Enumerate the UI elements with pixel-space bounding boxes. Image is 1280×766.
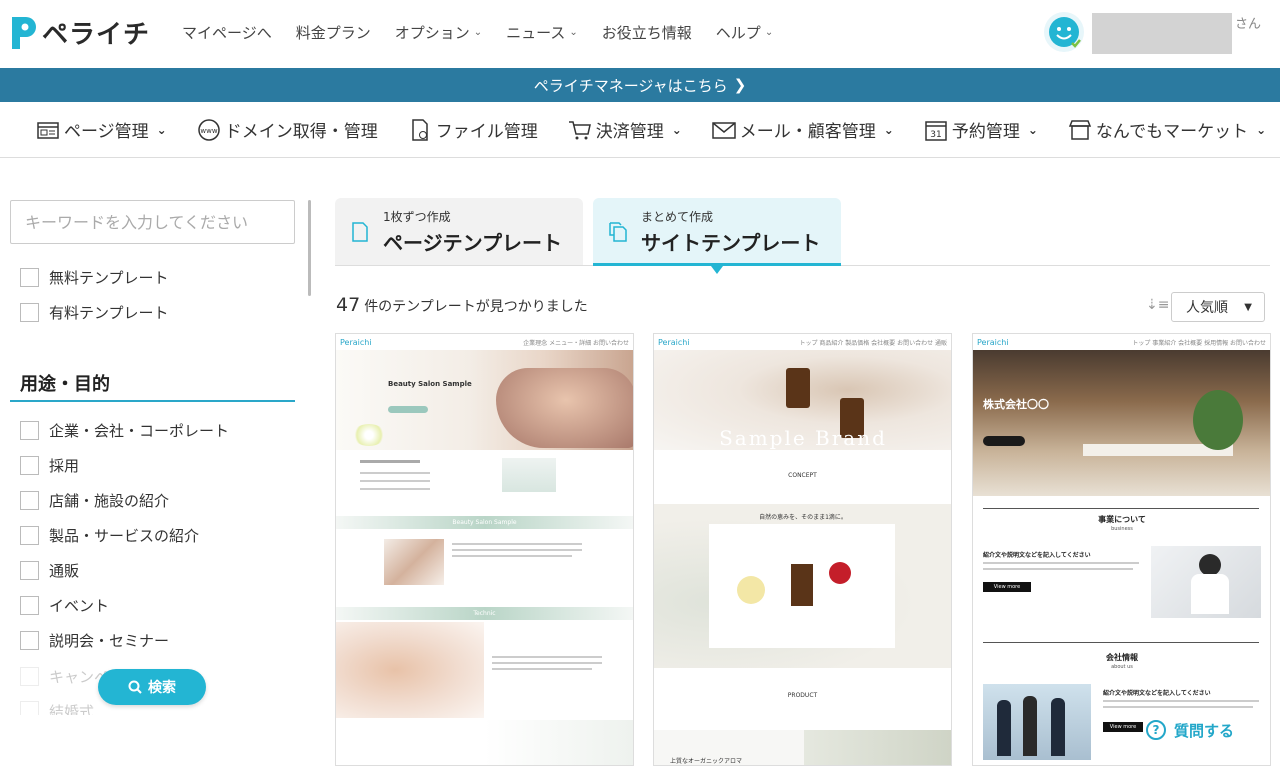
purpose-section-title: 用途・目的 [20,374,110,395]
subnav-domain[interactable]: www ドメイン取得・管理 [197,117,378,142]
checkbox[interactable] [20,526,39,545]
template-card[interactable]: Peraichi トップ 事業紹介 会社概要 採用情報 お問い合わせ 株式会社〇〇… [972,333,1271,766]
user-name-redacted [1092,13,1232,54]
file-icon [411,118,428,141]
svg-text:www: www [200,127,217,135]
filter-product[interactable]: 製品・サービスの紹介 [20,525,199,546]
mini-header: Peraichi 企業理念 メニュー・詳細 お問い合わせ [340,337,629,347]
mini-header: Peraichi トップ 商品紹介 製品価格 会社概要 お問い合わせ 通販 [658,337,947,347]
top-header: ペライチ マイページへ 料金プラン オプション ⌄ ニュース ⌄ お役立ち情報 ヘル… [0,0,1280,68]
shop-icon [1068,119,1092,140]
management-nav: ページ管理 ⌄ www ドメイン取得・管理 ファイル管理 決済管理 ⌄ メール・顧客… [0,102,1280,158]
mail-icon [712,121,736,139]
user-menu[interactable] [1044,12,1084,52]
sort-select[interactable]: 人気順 ▼ [1171,292,1265,322]
subnav-file[interactable]: ファイル管理 [408,117,538,142]
section-divider [10,400,295,402]
filter-recruit[interactable]: 採用 [20,455,79,476]
template-card[interactable]: Peraichi 企業理念 メニュー・詳細 お問い合わせ Beauty Salon… [335,333,634,766]
filter-event[interactable]: イベント [20,595,109,616]
banner-label: ペライチマネージャはこちら [533,76,728,95]
checkbox[interactable] [20,561,39,580]
subnav-page-management[interactable]: ページ管理 ⌄ [36,117,167,142]
filter-ecommerce[interactable]: 通販 [20,560,79,581]
ask-question-button[interactable]: ? 質問する [1146,713,1250,747]
chevron-down-icon: ⌄ [569,27,578,38]
chevron-down-icon: ⌄ [764,27,774,38]
checkbox[interactable] [20,631,39,650]
top-nav: マイページへ 料金プラン オプション ⌄ ニュース ⌄ お役立ち情報 ヘルプ ⌄ [182,22,773,43]
result-count: 47 件のテンプレートが見つかりました [336,294,588,316]
checkbox[interactable] [20,268,39,287]
nav-mypage[interactable]: マイページへ [182,22,272,43]
copy-documents-icon [609,222,627,242]
subnav-reservation[interactable]: 31 予約管理 ⌄ [924,117,1038,142]
salon-hero-image: Beauty Salon Sample [336,350,633,450]
checkbox[interactable] [20,596,39,615]
filter-free[interactable]: 無料テンプレート [20,267,169,288]
browser-icon [37,121,59,139]
checkbox[interactable] [20,491,39,510]
svg-text:31: 31 [930,130,941,140]
sort-order-icon[interactable]: ⇣≡ [1146,297,1169,313]
checkbox[interactable] [20,421,39,440]
filter-seminar[interactable]: 説明会・セミナー [20,630,169,651]
nav-help[interactable]: ヘルプ ⌄ [716,22,773,43]
nav-news[interactable]: ニュース ⌄ [506,22,578,43]
www-globe-icon: www [197,118,220,141]
chevron-down-icon: ⌄ [883,122,894,137]
checkbox[interactable] [20,701,39,715]
user-suffix: さん [1235,17,1262,32]
tab-page-template[interactable]: 1枚ずつ作成 ページテンプレート [335,198,583,266]
nav-options[interactable]: オプション ⌄ [395,22,482,43]
chevron-down-icon: ⌄ [156,122,167,137]
nav-pricing[interactable]: 料金プラン [296,22,371,43]
question-circle-icon: ? [1146,720,1166,740]
tab-site-template[interactable]: まとめて作成 サイトテンプレート [593,198,841,266]
keyword-search-input[interactable] [10,200,295,244]
checkbox[interactable] [20,456,39,475]
chevron-down-icon: ⌄ [1256,122,1267,137]
avatar[interactable] [1044,12,1084,52]
logo-text: ペライチ [42,20,151,50]
template-card[interactable]: Peraichi トップ 商品紹介 製品価格 会社概要 お問い合わせ 通販 Sam… [653,333,952,766]
filter-wedding[interactable]: 結婚式 [20,701,94,715]
calendar-icon: 31 [925,120,947,141]
sidebar-scrollbar[interactable] [308,200,311,296]
mini-header: Peraichi トップ 事業紹介 会社概要 採用情報 お問い合わせ [977,337,1266,347]
cart-icon [568,120,591,139]
chevron-down-icon: ⌄ [473,27,483,38]
checkbox[interactable] [20,303,39,322]
filter-paid[interactable]: 有料テンプレート [20,302,169,323]
subnav-mail[interactable]: メール・顧客管理 ⌄ [712,117,894,142]
checkbox[interactable] [20,667,39,686]
active-tab-pointer [711,266,723,274]
caret-down-icon: ▼ [1244,301,1252,313]
brand-hero-image: Sample Brand [654,350,951,450]
search-button[interactable]: 検索 [98,669,206,705]
chevron-down-icon: ⌄ [671,122,682,137]
smiley-avatar-icon [1049,17,1081,48]
nav-tips[interactable]: お役立ち情報 [602,22,692,43]
office-hero-image: 株式会社〇〇 [973,350,1270,496]
subnav-payment[interactable]: 決済管理 ⌄ [568,117,682,142]
search-icon [128,680,142,694]
chevron-down-icon: ⌄ [1027,122,1038,137]
filter-store[interactable]: 店舗・施設の紹介 [20,490,169,511]
filter-corporate[interactable]: 企業・会社・コーポレート [20,420,229,441]
subnav-market[interactable]: なんでもマーケット ⌄ [1068,117,1266,142]
peraichi-logo-icon [12,16,36,49]
chevron-right-icon: ❯ [733,76,747,94]
manager-banner-link[interactable]: ペライチマネージャはこちら ❯ [0,68,1280,102]
logo[interactable]: ペライチ [8,14,150,51]
document-icon [352,222,368,242]
